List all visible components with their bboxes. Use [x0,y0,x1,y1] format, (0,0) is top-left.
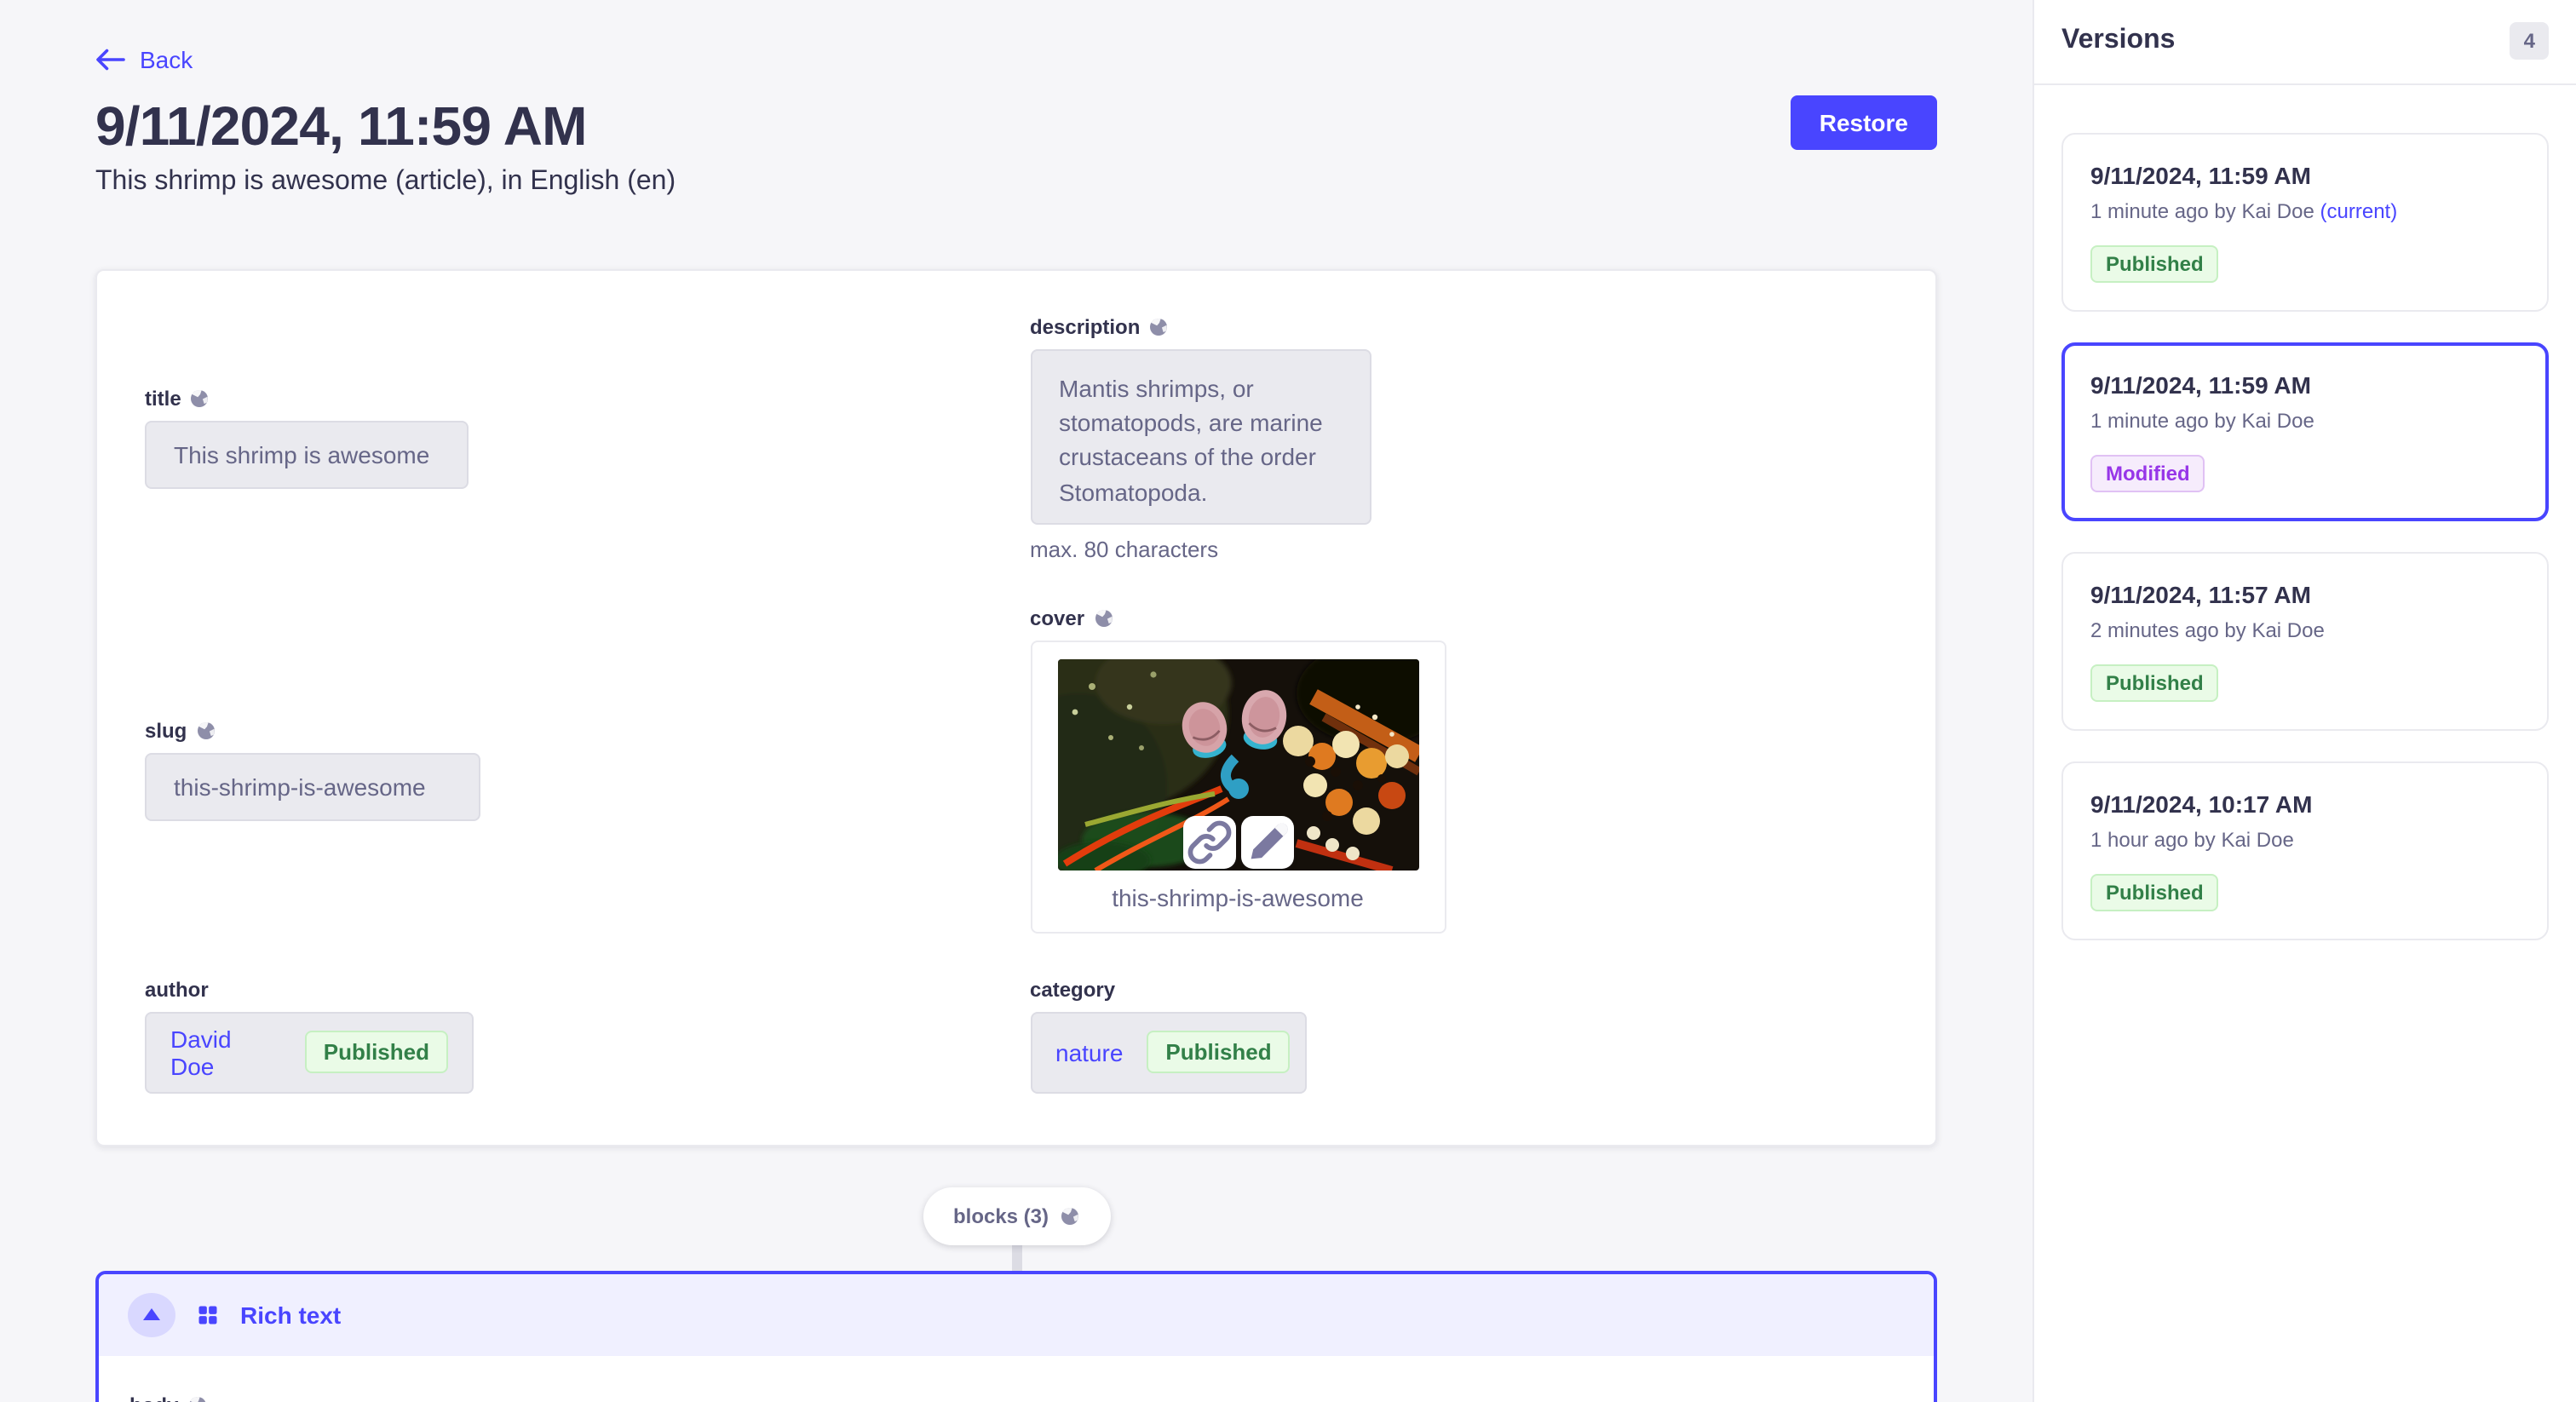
globe-icon [195,721,216,741]
globe-icon [1059,1206,1079,1227]
author-label: author [145,978,1003,1002]
back-label: Back [140,46,193,73]
body-label: body [129,1393,1903,1402]
cover-filename: this-shrimp-is-awesome [1057,884,1418,911]
version-date: 9/11/2024, 11:57 AM [2090,581,2520,608]
versions-header: Versions 4 [2034,0,2576,85]
title-row: 9/11/2024, 11:59 AM Restore [95,95,1937,158]
blocks-connector [1011,1242,1021,1271]
globe-icon [1093,608,1113,629]
blocks-pill-label: blocks (3) [953,1204,1049,1228]
description-hint: max. 80 characters [1030,537,1888,562]
arrow-left-icon [95,48,126,72]
page-title: 9/11/2024, 11:59 AM [95,95,587,158]
description-textarea: Mantis shrimps, or stomatopods, are mari… [1030,349,1371,525]
current-version-link[interactable]: (current) [2320,199,2398,223]
page-subtitle: This shrimp is awesome (article), in Eng… [95,167,1937,198]
version-meta: 1 minute ago by Kai Doe [2090,409,2520,433]
versions-title: Versions [2061,26,2175,56]
main-content: Back 9/11/2024, 11:59 AM Restore This sh… [0,0,2033,1402]
field-slug: slug this-shrimp-is-awesome [145,719,1003,821]
form-row-1: title This shrimp is awesome description… [145,315,1888,562]
globe-icon [1148,317,1169,337]
form-row-2: slug this-shrimp-is-awesome cover [145,606,1888,934]
version-status-badge: Modified [2090,455,2205,492]
cover-label: cover [1030,606,1888,630]
author-relation: David Doe Published [145,1012,474,1094]
back-link[interactable]: Back [95,46,193,73]
version-status-badge: Published [2090,664,2219,702]
chevron-up-icon [143,1309,160,1321]
title-input: This shrimp is awesome [145,422,469,490]
block-grid-icon [196,1303,220,1327]
globe-icon [190,389,210,410]
cover-asset-card: this-shrimp-is-awesome [1030,641,1446,934]
versions-count-badge: 4 [2510,22,2549,60]
form-card: title This shrimp is awesome description… [95,269,1937,1146]
category-label: category [1030,978,1888,1002]
category-link[interactable]: nature [1055,1039,1123,1066]
field-cover: cover [1030,606,1888,934]
title-label: title [145,388,1003,411]
slug-input: this-shrimp-is-awesome [145,753,480,821]
richtext-block-header[interactable]: Rich text [99,1274,1934,1356]
form-row-3: author David Doe Published category natu… [145,978,1888,1094]
cover-image [1057,659,1418,871]
block-title: Rich text [240,1301,341,1329]
blocks-pill: blocks (3) [923,1187,1110,1245]
category-status-badge: Published [1147,1031,1290,1074]
restore-button[interactable]: Restore [1791,95,1937,150]
version-date: 9/11/2024, 11:59 AM [2090,371,2520,399]
version-date: 9/11/2024, 10:17 AM [2090,790,2520,818]
version-status-badge: Published [2090,245,2219,283]
richtext-block-body: body [99,1356,1934,1402]
cover-actions [1182,816,1293,869]
edit-image-button[interactable] [1240,816,1293,869]
versions-sidebar: Versions 4 9/11/2024, 11:59 AM 1 minute … [2033,0,2576,1402]
version-card-1[interactable]: 9/11/2024, 11:59 AM 1 minute ago by Kai … [2061,133,2549,312]
version-card-4[interactable]: 9/11/2024, 10:17 AM 1 hour ago by Kai Do… [2061,761,2549,940]
blocks-area: blocks (3) [95,1146,1937,1271]
category-relation: nature Published [1030,1012,1306,1094]
version-status-badge: Published [2090,874,2219,911]
author-status-badge: Published [305,1031,448,1074]
version-date: 9/11/2024, 11:59 AM [2090,162,2520,189]
field-description: description Mantis shrimps, or stomatopo… [1030,315,1888,562]
field-category: category nature Published [1030,978,1888,1094]
richtext-block-panel: Rich text body [95,1271,1937,1402]
slug-label: slug [145,719,1003,743]
description-label: description [1030,315,1888,339]
version-list: 9/11/2024, 11:59 AM 1 minute ago by Kai … [2034,85,2576,968]
version-history-page: Back 9/11/2024, 11:59 AM Restore This sh… [0,0,2576,1402]
version-meta: 1 minute ago by Kai Doe (current) [2090,199,2520,223]
author-link[interactable]: David Doe [170,1026,281,1080]
field-title: title This shrimp is awesome [145,388,1003,490]
globe-icon [187,1395,207,1402]
version-card-3[interactable]: 9/11/2024, 11:57 AM 2 minutes ago by Kai… [2061,552,2549,731]
copy-link-button[interactable] [1182,816,1235,869]
version-meta: 1 hour ago by Kai Doe [2090,828,2520,852]
version-card-2-selected[interactable]: 9/11/2024, 11:59 AM 1 minute ago by Kai … [2061,342,2549,521]
version-meta: 2 minutes ago by Kai Doe [2090,618,2520,642]
collapse-block-button[interactable] [128,1293,175,1337]
link-icon [1182,816,1235,869]
pencil-icon [1240,816,1293,869]
field-author: author David Doe Published [145,978,1003,1094]
